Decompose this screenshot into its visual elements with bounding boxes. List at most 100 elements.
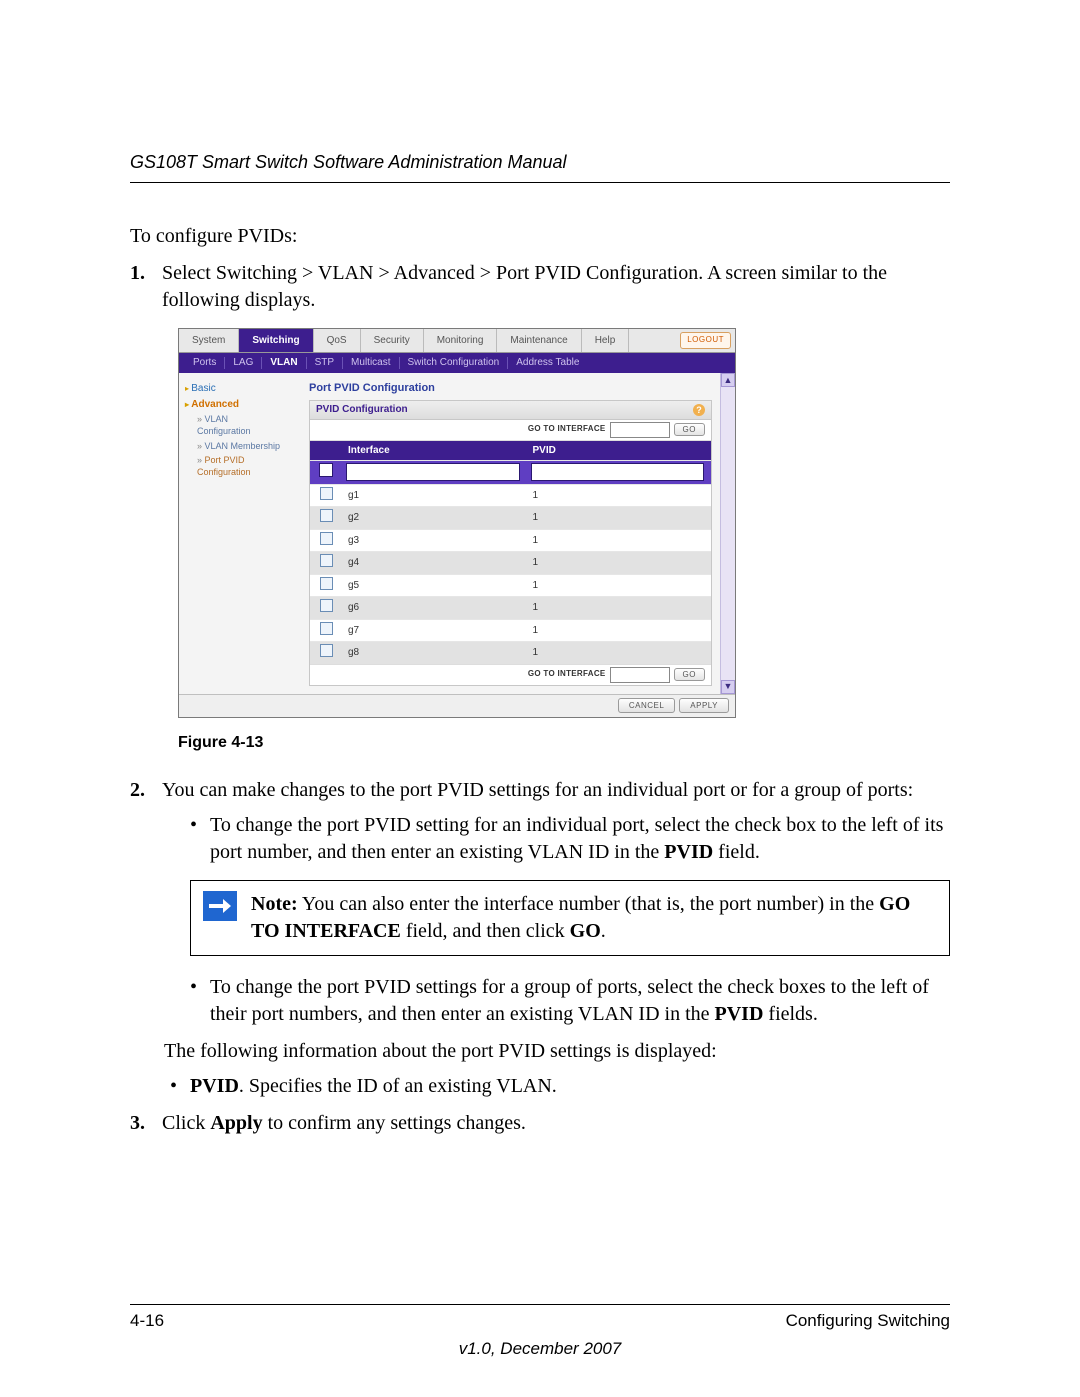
nav-port-pvid-l2: Configuration [197, 467, 251, 477]
cancel-button[interactable]: CANCEL [618, 698, 675, 713]
bullet-list-1: To change the port PVID setting for an i… [190, 812, 950, 866]
figure-4-13: System Switching QoS Security Monitoring… [178, 328, 950, 753]
subtab-vlan[interactable]: VLAN [262, 357, 306, 369]
logout-button[interactable]: LOGOUT [680, 332, 731, 349]
t: Click [162, 1112, 210, 1134]
info-line: The following information about the port… [164, 1038, 950, 1065]
go-button-top[interactable]: GO [674, 423, 705, 436]
footer-rule [130, 1304, 950, 1305]
table-row: g81 [310, 642, 711, 664]
cell-pvid: 1 [527, 552, 712, 575]
nav-vlan-config-l1: VLAN [205, 414, 229, 424]
go-to-interface-row-bottom: GO TO INTERFACE GO [310, 664, 711, 685]
t: PVID [664, 841, 713, 863]
bullet-individual-port: To change the port PVID setting for an i… [190, 812, 950, 866]
cell-pvid: 1 [527, 619, 712, 642]
t: Note: [251, 893, 298, 915]
subtab-address-table[interactable]: Address Table [508, 357, 587, 369]
subtab-stp[interactable]: STP [307, 357, 343, 369]
nav-vlan-membership[interactable]: VLAN Membership [185, 439, 303, 453]
nav-vlan-config-l2: Configuration [197, 426, 251, 436]
t: To change the port PVID settings for a g… [210, 976, 929, 1025]
nav-advanced[interactable]: Advanced [185, 397, 303, 413]
table-row: g51 [310, 574, 711, 597]
row-checkbox[interactable] [320, 577, 333, 590]
go-to-interface-input-bottom[interactable] [610, 667, 670, 683]
panel-header-label: PVID Configuration [316, 403, 408, 417]
row-checkbox[interactable] [320, 509, 333, 522]
note-box: Note: You can also enter the interface n… [190, 880, 950, 956]
go-to-interface-row-top: GO TO INTERFACE GO [310, 420, 711, 441]
apply-button[interactable]: APPLY [679, 698, 729, 713]
t: PVID [715, 1003, 764, 1025]
select-all-checkbox[interactable] [319, 463, 333, 477]
tab-qos[interactable]: QoS [314, 329, 361, 352]
subtab-ports[interactable]: Ports [185, 357, 225, 369]
sub-tab-bar: Ports LAG VLAN STP Multicast Switch Conf… [179, 353, 735, 373]
row-checkbox[interactable] [320, 644, 333, 657]
cell-if: g4 [342, 552, 527, 575]
go-button-bottom[interactable]: GO [674, 668, 705, 681]
step-3-text: Click Apply to confirm any settings chan… [162, 1110, 950, 1137]
tab-security[interactable]: Security [361, 329, 424, 352]
t: Apply [210, 1112, 262, 1134]
bullet-list-3: PVID. Specifies the ID of an existing VL… [170, 1073, 950, 1100]
screenshot-body: Basic Advanced VLAN Configuration VLAN M… [179, 373, 735, 693]
interface-filter-input[interactable] [346, 463, 520, 481]
note-arrow-icon [203, 891, 237, 921]
panel-header: PVID Configuration ? [310, 401, 711, 420]
row-checkbox[interactable] [320, 487, 333, 500]
cell-if: g3 [342, 529, 527, 552]
table-input-row [310, 461, 711, 485]
t: field. [713, 841, 760, 863]
tab-switching[interactable]: Switching [239, 329, 313, 352]
footer-row: 4-16 Configuring Switching [130, 1310, 950, 1333]
scroll-up-icon[interactable]: ▲ [721, 373, 735, 387]
t: GO [570, 920, 601, 942]
nav-vlan-config[interactable]: VLAN Configuration [185, 412, 303, 438]
row-checkbox[interactable] [320, 554, 333, 567]
figure-caption: Figure 4-13 [178, 732, 950, 754]
pvid-panel: PVID Configuration ? GO TO INTERFACE GO … [309, 400, 712, 686]
tab-monitoring[interactable]: Monitoring [424, 329, 498, 352]
footer-version: v1.0, December 2007 [0, 1338, 1080, 1361]
row-checkbox[interactable] [320, 622, 333, 635]
t: You can also enter the interface number … [298, 893, 880, 915]
scrollbar[interactable]: ▲ ▼ [720, 373, 735, 693]
tab-system[interactable]: System [179, 329, 239, 352]
screenshot-footer: CANCEL APPLY [179, 694, 735, 717]
nav-basic[interactable]: Basic [185, 381, 303, 397]
step-1: 1. Select Switching > VLAN > Advanced > … [130, 260, 950, 314]
help-icon[interactable]: ? [693, 404, 705, 416]
subtab-multicast[interactable]: Multicast [343, 357, 399, 369]
side-nav: Basic Advanced VLAN Configuration VLAN M… [179, 373, 309, 693]
col-check [310, 441, 342, 461]
subtab-switch-config[interactable]: Switch Configuration [400, 357, 509, 369]
tab-help[interactable]: Help [582, 329, 630, 352]
screenshot: System Switching QoS Security Monitoring… [178, 328, 736, 717]
nav-port-pvid-config[interactable]: Port PVID Configuration [185, 453, 303, 479]
go-to-interface-input-top[interactable] [610, 422, 670, 438]
go-to-interface-label-top: GO TO INTERFACE [528, 424, 606, 435]
subtab-lag[interactable]: LAG [225, 357, 262, 369]
step-3: 3. Click Apply to confirm any settings c… [130, 1110, 950, 1137]
tab-maintenance[interactable]: Maintenance [497, 329, 581, 352]
cell-if: g7 [342, 619, 527, 642]
panel-title: Port PVID Configuration [309, 381, 712, 396]
t: to confirm any settings changes. [263, 1112, 526, 1134]
pvid-filter-input[interactable] [531, 463, 705, 481]
row-checkbox[interactable] [320, 532, 333, 545]
cell-pvid: 1 [527, 574, 712, 597]
running-header: GS108T Smart Switch Software Administrat… [130, 150, 950, 183]
bullet-pvid-desc: PVID. Specifies the ID of an existing VL… [170, 1073, 950, 1100]
scroll-down-icon[interactable]: ▼ [721, 680, 735, 694]
intro-text: To configure PVIDs: [130, 223, 950, 250]
table-header-row: Interface PVID [310, 441, 711, 461]
t: PVID [190, 1075, 239, 1097]
t: . [601, 920, 606, 942]
row-checkbox[interactable] [320, 599, 333, 612]
cell-pvid: 1 [527, 529, 712, 552]
col-interface: Interface [342, 441, 527, 461]
nav-port-pvid-l1: Port PVID [205, 455, 245, 465]
footer-section-name: Configuring Switching [786, 1310, 950, 1333]
